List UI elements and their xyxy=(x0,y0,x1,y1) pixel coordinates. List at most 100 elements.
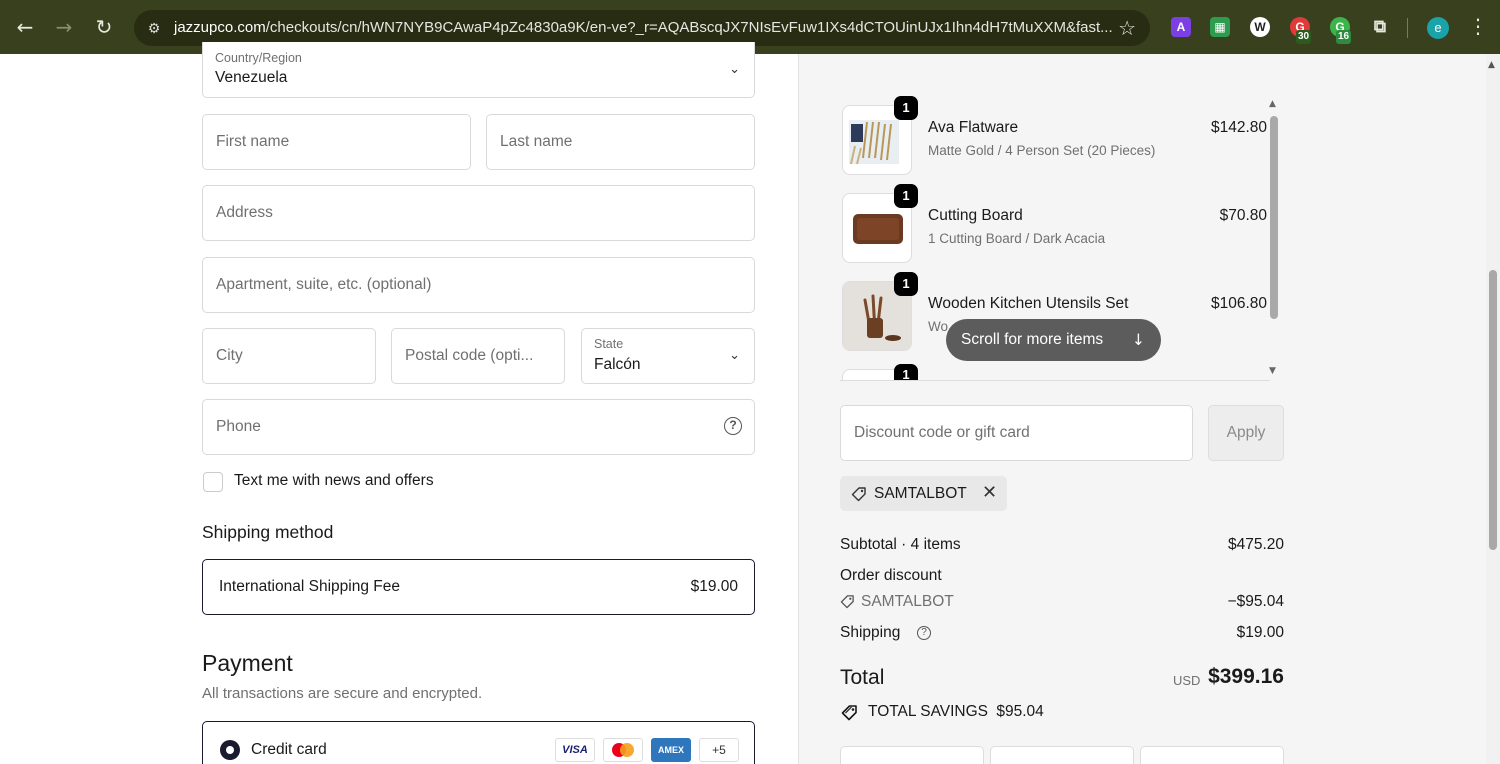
address-field[interactable]: Address xyxy=(202,185,755,241)
savings-label: TOTAL SAVINGS xyxy=(868,703,989,720)
browser-menu-icon[interactable]: ⋮ xyxy=(1468,14,1488,38)
extension-w-icon[interactable]: W xyxy=(1250,17,1270,37)
help-question-icon[interactable]: ? xyxy=(917,626,931,640)
visa-icon: VISA xyxy=(555,738,595,762)
payment-subheading: All transactions are secure and encrypte… xyxy=(202,685,483,702)
apartment-field[interactable]: Apartment, suite, etc. (optional) xyxy=(202,257,755,313)
more-cards-badge: +5 xyxy=(699,738,739,762)
discount-code-input[interactable]: Discount code or gift card xyxy=(840,405,1193,461)
postal-code-field[interactable]: Postal code (opti... xyxy=(391,328,565,384)
remove-discount-icon[interactable]: ✕ xyxy=(982,482,997,503)
chevron-down-icon: ⌄ xyxy=(729,62,740,77)
phone-field[interactable]: Phone ? xyxy=(202,399,755,455)
express-pay-button[interactable] xyxy=(990,746,1134,764)
shipping-value: $19.00 xyxy=(1236,624,1284,641)
item-name: Ava Flatware xyxy=(928,119,1019,136)
page-scroll-up-icon[interactable]: ▲ xyxy=(1488,60,1495,70)
apartment-placeholder: Apartment, suite, etc. (optional) xyxy=(216,276,432,293)
extension-grid-icon[interactable]: ▦ xyxy=(1210,17,1230,37)
chevron-down-icon: ⌄ xyxy=(729,348,740,363)
scroll-more-items-button[interactable]: Scroll for more items ↓ xyxy=(946,319,1161,361)
item-variant: Wo xyxy=(928,319,949,334)
cart-item: 1 Cutting Board 1 Cutting Board / Dark A… xyxy=(842,184,1272,263)
extension-badge: 30 xyxy=(1296,30,1312,44)
extensions-puzzle-icon[interactable]: ⧉ xyxy=(1370,17,1390,37)
credit-card-label: Credit card xyxy=(251,741,327,758)
item-price: $70.80 xyxy=(1219,207,1267,224)
total-value: $399.16 xyxy=(1208,665,1284,688)
extension-a-icon[interactable]: A xyxy=(1171,17,1191,37)
discount-value: −$95.04 xyxy=(1227,593,1284,610)
total-savings: TOTAL SAVINGS $95.04 xyxy=(868,703,1044,721)
city-field[interactable]: City xyxy=(202,328,376,384)
address-placeholder: Address xyxy=(216,204,273,221)
arrow-down-icon: ↓ xyxy=(1132,331,1145,349)
shipping-option-name: International Shipping Fee xyxy=(219,578,400,595)
sms-optin-label[interactable]: Text me with news and offers xyxy=(234,472,434,490)
url-text[interactable]: jazzupco.com/checkouts/cn/hWN7NYB9CAwaP4… xyxy=(174,19,1113,36)
shipping-option-price: $19.00 xyxy=(690,578,738,595)
first-name-field[interactable]: First name xyxy=(202,114,471,170)
cart-list-divider xyxy=(840,380,1270,381)
discount-placeholder: Discount code or gift card xyxy=(854,424,1030,441)
item-name: Wooden Kitchen Utensils Set xyxy=(928,295,1129,312)
cart-item: 1 Ava Flatware Matte Gold / 4 Person Set… xyxy=(842,96,1272,175)
bookmark-star-icon[interactable]: ☆ xyxy=(1118,16,1136,40)
credit-card-option[interactable]: Credit card VISA AMEX +5 xyxy=(202,721,755,764)
city-placeholder: City xyxy=(216,347,243,364)
tag-icon xyxy=(851,487,866,502)
scroll-up-arrow-icon[interactable]: ▲ xyxy=(1269,99,1276,109)
subtotal-row: Subtotal · 4 items $475.20 xyxy=(840,536,1284,554)
help-question-icon[interactable]: ? xyxy=(724,417,742,435)
item-variant: 1 Cutting Board / Dark Acacia xyxy=(928,231,1106,246)
savings-tag-icon xyxy=(841,705,857,721)
mastercard-icon xyxy=(603,738,643,762)
shipping-method-heading: Shipping method xyxy=(202,522,334,542)
shipping-row: Shipping ? $19.00 xyxy=(840,624,1284,642)
state-label: State xyxy=(594,337,624,351)
postal-code-placeholder: Postal code (opti... xyxy=(405,347,534,364)
quantity-badge: 1 xyxy=(894,184,918,208)
order-discount-row: Order discount xyxy=(840,567,1284,585)
scroll-down-arrow-icon[interactable]: ▼ xyxy=(1269,366,1276,376)
country-label: Country/Region xyxy=(215,51,302,65)
profile-avatar[interactable]: e xyxy=(1427,17,1449,39)
country-value: Venezuela xyxy=(215,69,288,86)
site-settings-icon[interactable]: ⚙ xyxy=(144,18,164,38)
applied-code-label: SAMTALBOT xyxy=(874,485,967,502)
express-pay-button[interactable] xyxy=(840,746,984,764)
express-pay-button[interactable] xyxy=(1140,746,1284,764)
item-variant: Matte Gold / 4 Person Set (20 Pieces) xyxy=(928,143,1156,158)
tag-icon xyxy=(840,595,854,609)
back-icon[interactable]: ← xyxy=(12,14,38,40)
apply-discount-button[interactable]: Apply xyxy=(1208,405,1284,461)
amex-icon: AMEX xyxy=(651,738,691,762)
item-name: Cutting Board xyxy=(928,207,1023,224)
savings-value: $95.04 xyxy=(996,703,1044,720)
total-label: Total xyxy=(840,666,885,689)
address-bar[interactable]: ⚙ jazzupco.com/checkouts/cn/hWN7NYB9CAwa… xyxy=(134,10,1150,46)
page-scrollbar-thumb[interactable] xyxy=(1489,270,1497,550)
country-select[interactable]: Country/Region Venezuela ⌄ xyxy=(202,42,755,98)
first-name-placeholder: First name xyxy=(216,133,290,150)
shipping-label: Shipping xyxy=(840,624,901,641)
reload-icon[interactable]: ↻ xyxy=(91,14,117,40)
last-name-placeholder: Last name xyxy=(500,133,573,150)
toolbar-divider xyxy=(1407,18,1408,38)
state-value: Falcón xyxy=(594,356,641,373)
sms-optin-checkbox[interactable] xyxy=(203,472,223,492)
item-price: $142.80 xyxy=(1210,119,1267,136)
last-name-field[interactable]: Last name xyxy=(486,114,755,170)
payment-heading: Payment xyxy=(202,650,293,676)
state-select[interactable]: State Falcón ⌄ xyxy=(581,328,755,384)
shipping-option[interactable]: International Shipping Fee $19.00 xyxy=(202,559,755,615)
cart-list-scrollbar[interactable] xyxy=(1270,116,1278,319)
forward-icon[interactable]: → xyxy=(51,14,77,40)
quantity-badge: 1 xyxy=(894,272,918,296)
item-price: $106.80 xyxy=(1210,295,1267,312)
credit-card-radio[interactable] xyxy=(220,740,240,760)
scroll-hint-label: Scroll for more items xyxy=(961,331,1104,348)
applied-discount-tag: SAMTALBOT ✕ xyxy=(840,476,1007,511)
extension-badge: 16 xyxy=(1336,30,1352,44)
order-discount-label: Order discount xyxy=(840,567,942,584)
